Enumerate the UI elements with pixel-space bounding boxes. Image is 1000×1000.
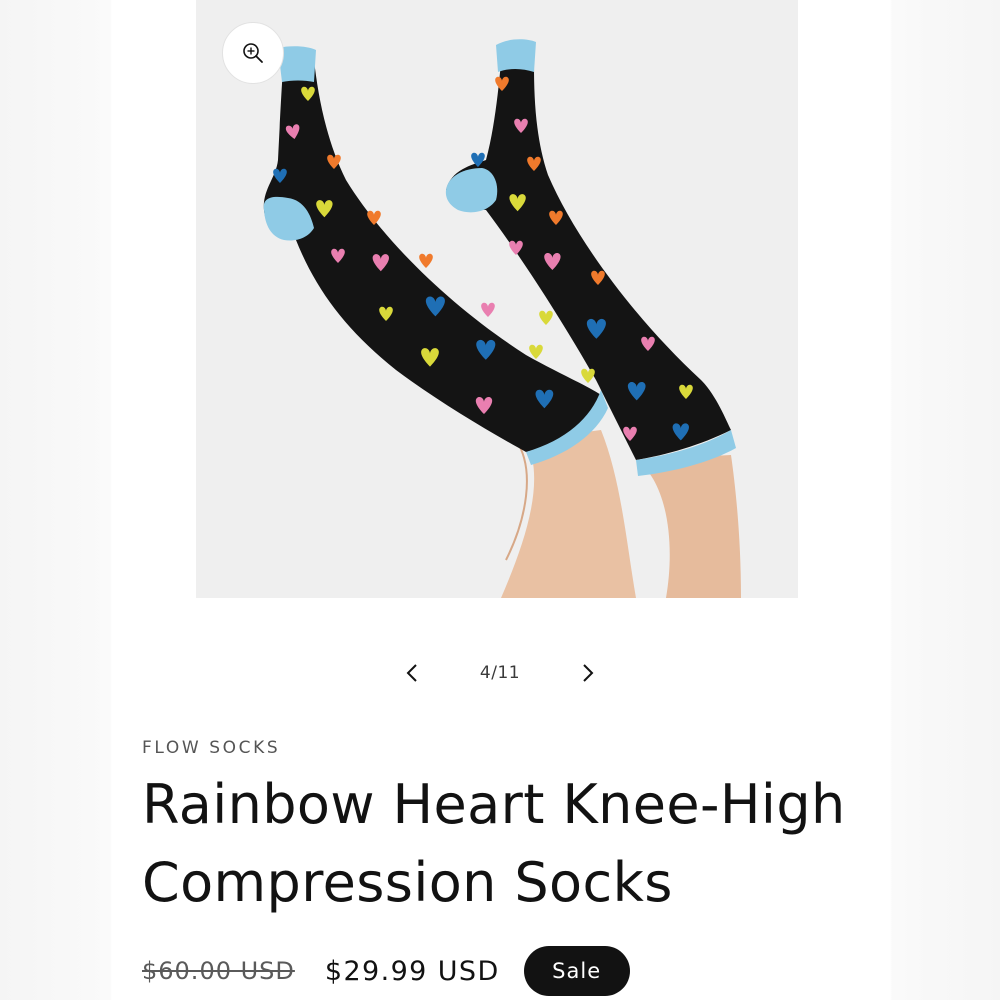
sale-price: $29.99 USD xyxy=(324,955,500,987)
slider-controls: 4/11 xyxy=(380,650,620,696)
product-image xyxy=(196,0,798,598)
product-media-gallery[interactable] xyxy=(196,0,798,598)
next-slide-button[interactable] xyxy=(556,650,620,696)
chevron-left-icon xyxy=(406,664,417,682)
zoom-button[interactable] xyxy=(222,22,284,84)
chevron-right-icon xyxy=(583,664,594,682)
product-vendor: FLOW SOCKS xyxy=(142,738,281,758)
regular-price: $60.00 USD xyxy=(142,957,295,985)
price-row: $60.00 USD $29.99 USD Sale xyxy=(142,946,630,996)
product-title: Rainbow Heart Knee-High Compression Sock… xyxy=(142,773,846,914)
previous-slide-button[interactable] xyxy=(380,650,444,696)
product-page: 4/11 FLOW SOCKS Rainbow Heart Knee-High … xyxy=(0,0,1000,1000)
slide-counter: 4/11 xyxy=(479,663,521,683)
sale-badge: Sale xyxy=(523,946,630,996)
zoom-in-icon xyxy=(243,43,263,63)
